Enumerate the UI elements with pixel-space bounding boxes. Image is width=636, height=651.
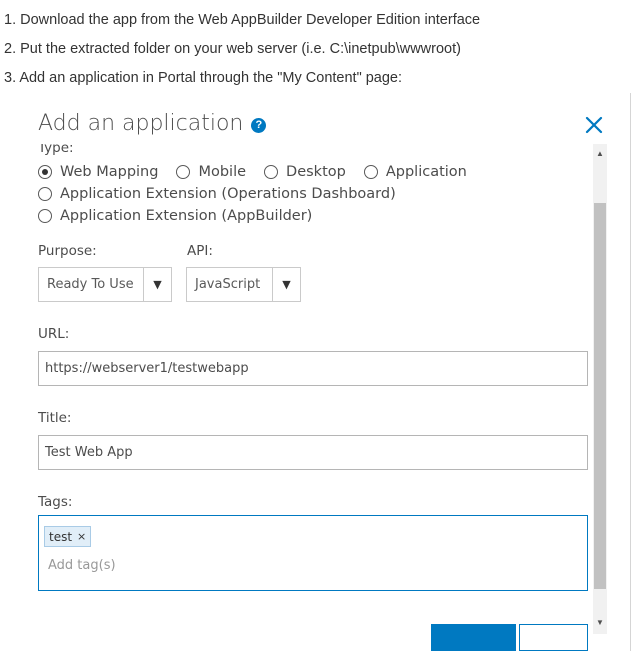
radio-app-extension-dashboard[interactable]: Application Extension (Operations Dashbo…	[38, 186, 396, 202]
radio-button[interactable]	[38, 209, 52, 223]
radio-label: Application Extension (Operations Dashbo…	[60, 186, 396, 202]
radio-label: Application	[385, 164, 467, 180]
scroll-up-arrow[interactable]: ▲	[593, 146, 607, 160]
dialog-edge	[630, 93, 631, 651]
tags-label: Tags:	[38, 494, 73, 510]
purpose-select-value: Ready To Use	[47, 277, 134, 292]
dialog-title-text: Add an application	[38, 111, 244, 136]
instruction-step-1: 1. Download the app from the Web AppBuil…	[4, 12, 481, 28]
type-radio-row-1: Web Mapping Mobile Desktop Application	[38, 164, 485, 180]
instruction-step-3: 3. Add an application in Portal through …	[4, 70, 403, 86]
dialog-body: Type: Web Mapping Mobile Desktop Applica…	[0, 144, 590, 651]
tag-chip: test ×	[44, 526, 92, 547]
purpose-label: Purpose:	[38, 243, 97, 259]
radio-mobile[interactable]: Mobile	[176, 164, 246, 180]
title-label: Title:	[38, 410, 72, 426]
radio-label: Mobile	[198, 164, 247, 180]
title-input[interactable]: Test Web App	[38, 435, 588, 470]
api-label: API:	[187, 243, 213, 259]
tag-chip-label: test	[49, 529, 73, 544]
url-label: URL:	[38, 326, 70, 342]
api-select-value: JavaScript	[195, 277, 261, 292]
type-label: Type:	[38, 144, 74, 156]
instruction-step-2: 2. Put the extracted folder on your web …	[4, 41, 461, 57]
scrollbar-thumb[interactable]	[594, 203, 606, 589]
radio-button[interactable]	[264, 165, 279, 179]
radio-desktop[interactable]: Desktop	[264, 164, 346, 180]
help-icon[interactable]: ?	[251, 117, 267, 133]
remove-tag-icon[interactable]: ×	[77, 530, 86, 543]
radio-button[interactable]	[363, 165, 378, 179]
chevron-down-icon[interactable]: ▼	[143, 268, 171, 301]
close-icon[interactable]	[584, 115, 604, 135]
radio-label: Desktop	[286, 164, 346, 180]
instruction-list: 1. Download the app from the Web AppBuil…	[4, 6, 480, 93]
radio-label: Application Extension (AppBuilder)	[60, 208, 313, 224]
api-select[interactable]: JavaScript ▼	[186, 267, 301, 302]
scroll-down-arrow[interactable]: ▼	[593, 615, 607, 629]
dialog-title: Add an application ?	[38, 111, 267, 136]
radio-web-mapping[interactable]: Web Mapping	[38, 164, 158, 180]
primary-button[interactable]	[431, 624, 516, 651]
type-radio-row-2: Application Extension (Operations Dashbo…	[38, 186, 414, 202]
radio-button[interactable]	[176, 165, 191, 179]
radio-button[interactable]	[38, 165, 52, 179]
tags-input[interactable]: test × Add tag(s)	[38, 515, 588, 591]
radio-application[interactable]: Application	[363, 164, 467, 180]
tags-placeholder[interactable]: Add tag(s)	[48, 558, 116, 573]
radio-label: Web Mapping	[60, 164, 159, 180]
radio-button[interactable]	[38, 187, 52, 201]
url-input[interactable]: https://webserver1/testwebapp	[38, 351, 588, 386]
purpose-select[interactable]: Ready To Use ▼	[38, 267, 172, 302]
chevron-down-icon[interactable]: ▼	[272, 268, 300, 301]
radio-app-extension-appbuilder[interactable]: Application Extension (AppBuilder)	[38, 208, 312, 224]
type-radio-row-3: Application Extension (AppBuilder)	[38, 208, 330, 224]
secondary-button[interactable]	[519, 624, 588, 651]
